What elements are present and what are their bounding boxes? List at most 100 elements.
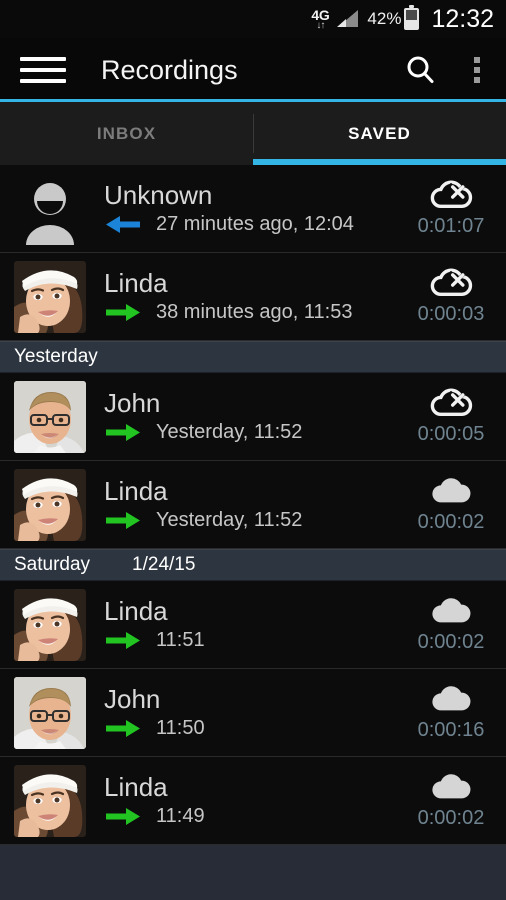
outgoing-call-arrow-icon xyxy=(106,304,140,321)
tab-inbox-label: INBOX xyxy=(96,123,157,143)
recording-duration: 0:00:02 xyxy=(417,807,485,829)
signal-strength-icon xyxy=(336,9,359,29)
avatar[interactable] xyxy=(14,172,86,245)
recording-details: Linda 38 minutes ago, 11:53 xyxy=(104,269,410,324)
contact-name: Linda xyxy=(104,268,168,298)
recording-status: 0:01:07 xyxy=(410,179,492,238)
cloud-off-icon xyxy=(429,180,473,209)
outgoing-call-arrow-icon xyxy=(106,304,140,321)
tab-divider xyxy=(253,114,254,153)
contact-name: Linda xyxy=(104,476,168,506)
recording-status: 0:00:03 xyxy=(410,267,492,326)
recording-subtitle: Yesterday, 11:52 xyxy=(104,509,410,532)
recording-duration: 0:00:02 xyxy=(417,631,485,653)
recording-subtitle: 11:49 xyxy=(104,805,410,828)
action-bar: Recordings xyxy=(0,38,506,102)
recording-row[interactable]: John 11:50 0:00:16 xyxy=(0,669,506,757)
recording-duration: 0:00:03 xyxy=(417,303,485,325)
recording-details: Unknown 27 minutes ago, 12:04 xyxy=(104,181,410,236)
photo-linda xyxy=(14,589,86,661)
recording-duration: 0:00:02 xyxy=(417,511,485,533)
contact-name: John xyxy=(104,684,161,714)
recording-timestamp: 11:51 xyxy=(156,629,205,652)
section-header-title: Saturday xyxy=(14,554,91,575)
recording-timestamp: 27 minutes ago, 12:04 xyxy=(156,213,354,236)
contact-name: Linda xyxy=(104,772,168,802)
recording-details: Linda 11:49 xyxy=(104,773,410,828)
avatar[interactable] xyxy=(14,764,86,837)
recording-status: 0:00:02 xyxy=(410,595,492,654)
avatar[interactable] xyxy=(14,380,86,453)
recording-timestamp: 38 minutes ago, 11:53 xyxy=(156,301,353,324)
cloud-icon xyxy=(429,596,473,625)
outgoing-call-arrow-icon xyxy=(106,632,140,649)
cloud-icon[interactable] xyxy=(429,595,473,625)
cloud-off-icon xyxy=(429,268,473,297)
outgoing-call-arrow-icon xyxy=(106,808,140,825)
recording-subtitle: 27 minutes ago, 12:04 xyxy=(104,213,410,236)
cloud-icon[interactable] xyxy=(429,475,473,505)
photo-john xyxy=(14,381,86,453)
photo-linda xyxy=(14,261,86,333)
photo-john xyxy=(14,677,86,749)
cloud-icon[interactable] xyxy=(429,771,473,801)
outgoing-call-arrow-icon xyxy=(106,808,140,825)
status-bar-clock: 12:32 xyxy=(431,4,494,33)
cloud-off-icon xyxy=(429,388,473,417)
recording-subtitle: Yesterday, 11:52 xyxy=(104,421,410,444)
recording-timestamp: 11:49 xyxy=(156,805,205,828)
recording-subtitle: 11:51 xyxy=(104,629,410,652)
cloud-icon xyxy=(429,684,473,713)
data-activity-arrows: ↓↑ xyxy=(316,19,325,31)
avatar[interactable] xyxy=(14,676,86,749)
battery-icon xyxy=(404,5,420,30)
outgoing-call-arrow-icon xyxy=(106,512,140,529)
recording-row[interactable]: Linda 38 minutes ago, 11:53 0:00:03 xyxy=(0,253,506,341)
section-header: Saturday 1/24/15 xyxy=(0,549,506,581)
status-bar: 4G ↓↑ 42% 12:32 xyxy=(0,0,506,38)
tab-active-indicator xyxy=(253,159,506,165)
tab-inbox[interactable]: INBOX xyxy=(0,102,253,165)
tab-bar: INBOX SAVED xyxy=(0,102,506,165)
section-header: Yesterday xyxy=(0,341,506,373)
recording-status: 0:00:16 xyxy=(410,683,492,742)
recording-duration: 0:00:16 xyxy=(417,719,485,741)
page-title: Recordings xyxy=(101,54,238,85)
person-placeholder-icon xyxy=(14,173,86,245)
search-icon[interactable] xyxy=(392,53,448,87)
avatar[interactable] xyxy=(14,260,86,333)
avatar[interactable] xyxy=(14,588,86,661)
recordings-list[interactable]: Unknown 27 minutes ago, 12:04 0:01:07 Linda… xyxy=(0,165,506,900)
cloud-icon[interactable] xyxy=(429,683,473,713)
incoming-call-arrow-icon xyxy=(106,216,140,233)
contact-name: John xyxy=(104,388,161,418)
outgoing-call-arrow-icon xyxy=(106,424,140,441)
avatar[interactable] xyxy=(14,468,86,541)
recording-details: John Yesterday, 11:52 xyxy=(104,389,410,444)
recording-row[interactable]: John Yesterday, 11:52 0:00:05 xyxy=(0,373,506,461)
recording-row[interactable]: Linda 11:49 0:00:02 xyxy=(0,757,506,845)
recording-row[interactable]: Unknown 27 minutes ago, 12:04 0:01:07 xyxy=(0,165,506,253)
incoming-call-arrow-icon xyxy=(106,216,140,233)
recording-details: John 11:50 xyxy=(104,685,410,740)
recording-status: 0:00:02 xyxy=(410,771,492,830)
outgoing-call-arrow-icon xyxy=(106,720,140,737)
recording-subtitle: 38 minutes ago, 11:53 xyxy=(104,301,410,324)
cloud-off-icon[interactable] xyxy=(429,179,473,209)
cloud-off-icon[interactable] xyxy=(429,267,473,297)
hamburger-menu-icon[interactable] xyxy=(20,57,66,83)
recording-row[interactable]: Linda 11:51 0:00:02 xyxy=(0,581,506,669)
cloud-off-icon[interactable] xyxy=(429,387,473,417)
outgoing-call-arrow-icon xyxy=(106,424,140,441)
overflow-menu-icon[interactable] xyxy=(448,57,506,83)
recording-subtitle: 11:50 xyxy=(104,717,410,740)
recording-row[interactable]: Linda Yesterday, 11:52 0:00:02 xyxy=(0,461,506,549)
photo-linda xyxy=(14,469,86,541)
recording-timestamp: Yesterday, 11:52 xyxy=(156,421,303,444)
recording-duration: 0:00:05 xyxy=(417,423,485,445)
recording-status: 0:00:05 xyxy=(410,387,492,446)
tab-saved[interactable]: SAVED xyxy=(253,102,506,165)
outgoing-call-arrow-icon xyxy=(106,720,140,737)
recording-status: 0:00:02 xyxy=(410,475,492,534)
network-type-indicator: 4G ↓↑ xyxy=(311,8,329,31)
